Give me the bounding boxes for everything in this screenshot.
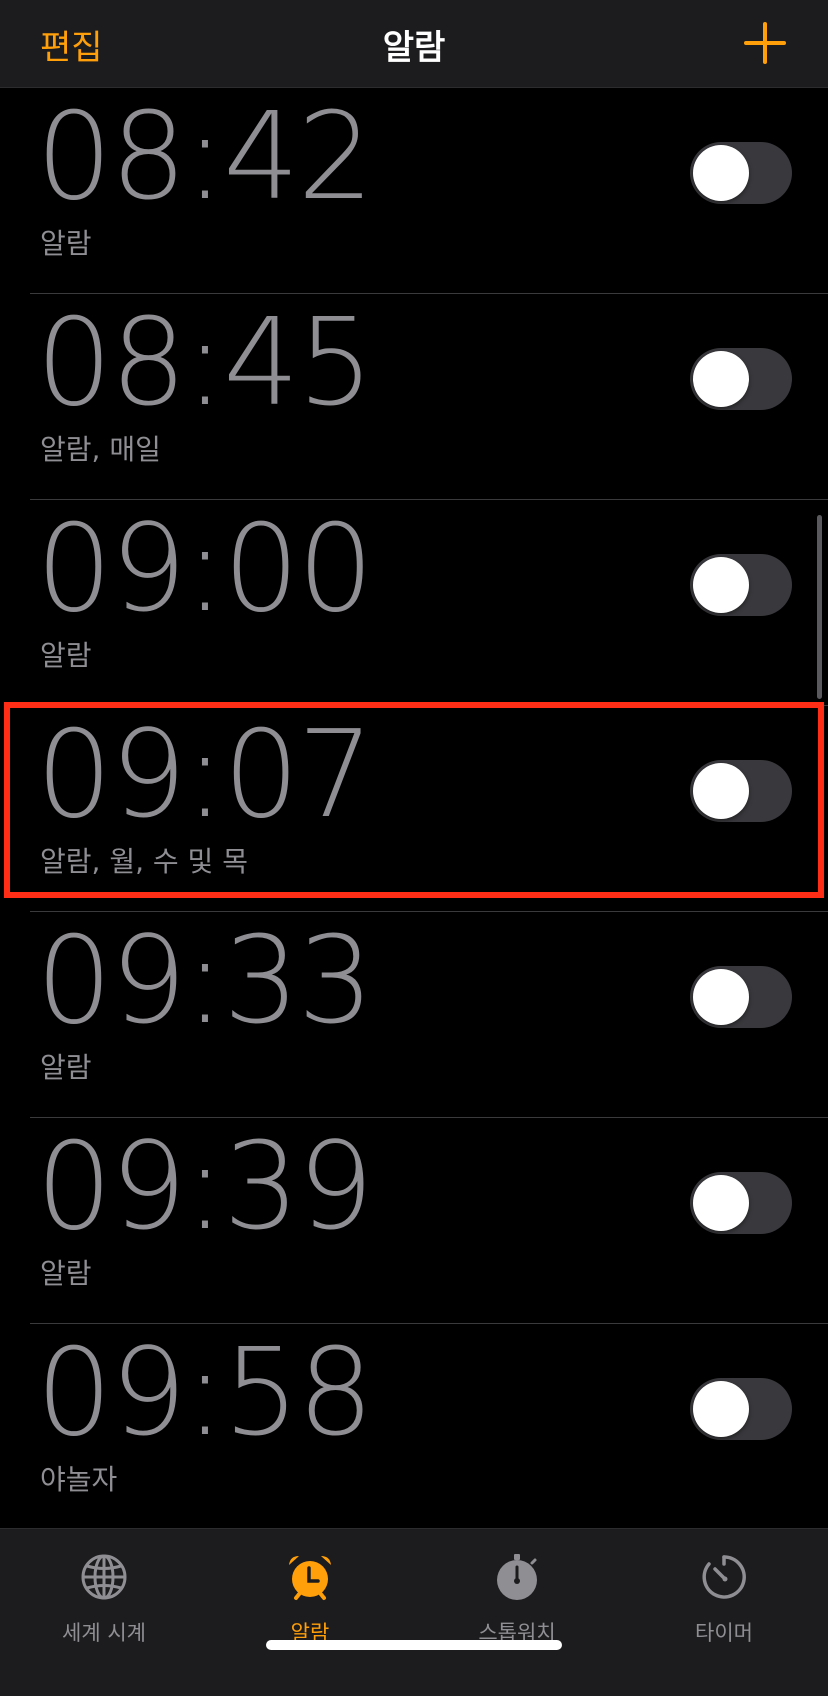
toggle-knob	[693, 1381, 749, 1437]
alarm-label: 알람	[40, 1051, 92, 1084]
stopwatch-icon	[497, 1554, 537, 1600]
page-title: 알람	[382, 28, 446, 68]
plus-icon[interactable]	[744, 22, 786, 64]
alarm-list[interactable]: 08:42 알람 08:45 알람, 매일 09:00 알람 09:07 알람,…	[0, 88, 828, 1528]
tab-bar: 세계 시계 알람 스톱워치 타이머	[0, 1528, 828, 1696]
alarm-row[interactable]: 08:42 알람	[0, 88, 828, 294]
alarm-label: 알람, 매일	[40, 433, 161, 466]
scrollbar[interactable]	[817, 515, 822, 699]
alarm-toggle[interactable]	[690, 142, 792, 204]
tab-world-clock[interactable]: 세계 시계	[14, 1543, 194, 1653]
alarm-row[interactable]: 09:00 알람	[0, 500, 828, 706]
alarm-row[interactable]: 09:39 알람	[0, 1118, 828, 1324]
alarm-toggle[interactable]	[690, 760, 792, 822]
navigation-bar: 편집 알람	[0, 0, 828, 88]
tab-stopwatch[interactable]: 스톱워치	[427, 1543, 607, 1653]
alarm-row[interactable]: 09:07 알람, 월, 수 및 목	[0, 706, 828, 912]
timer-icon	[702, 1555, 746, 1599]
alarm-row[interactable]: 09:58 야놀자	[0, 1324, 828, 1528]
toggle-knob	[693, 351, 749, 407]
alarm-label: 알람	[40, 639, 92, 672]
tab-timer[interactable]: 타이머	[634, 1543, 814, 1653]
toggle-knob	[693, 1175, 749, 1231]
alarm-time: 08:42	[36, 88, 374, 227]
tab-alarm[interactable]: 알람	[220, 1543, 400, 1653]
home-indicator[interactable]	[266, 1640, 562, 1650]
alarm-row[interactable]: 08:45 알람, 매일	[0, 294, 828, 500]
toggle-knob	[693, 969, 749, 1025]
toggle-knob	[693, 145, 749, 201]
alarm-toggle[interactable]	[690, 554, 792, 616]
alarm-time: 09:39	[36, 1118, 374, 1257]
alarm-label: 야놀자	[40, 1463, 118, 1496]
tab-label: 세계 시계	[62, 1621, 146, 1645]
toggle-knob	[693, 557, 749, 613]
toggle-knob	[693, 763, 749, 819]
alarm-toggle[interactable]	[690, 1378, 792, 1440]
globe-icon	[81, 1554, 127, 1600]
alarm-time: 09:33	[36, 912, 374, 1051]
alarm-time: 08:45	[36, 294, 374, 433]
alarm-time: 09:07	[36, 706, 374, 845]
alarm-time: 09:00	[36, 500, 374, 639]
alarm-row[interactable]: 09:33 알람	[0, 912, 828, 1118]
tab-label: 타이머	[695, 1621, 753, 1645]
alarm-toggle[interactable]	[690, 1172, 792, 1234]
alarm-label: 알람	[40, 227, 92, 260]
alarm-label: 알람, 월, 수 및 목	[40, 845, 248, 878]
alarm-time: 09:58	[36, 1324, 374, 1463]
alarm-toggle[interactable]	[690, 966, 792, 1028]
alarm-clock-icon	[289, 1556, 331, 1600]
alarm-toggle[interactable]	[690, 348, 792, 410]
alarm-label: 알람	[40, 1257, 92, 1290]
